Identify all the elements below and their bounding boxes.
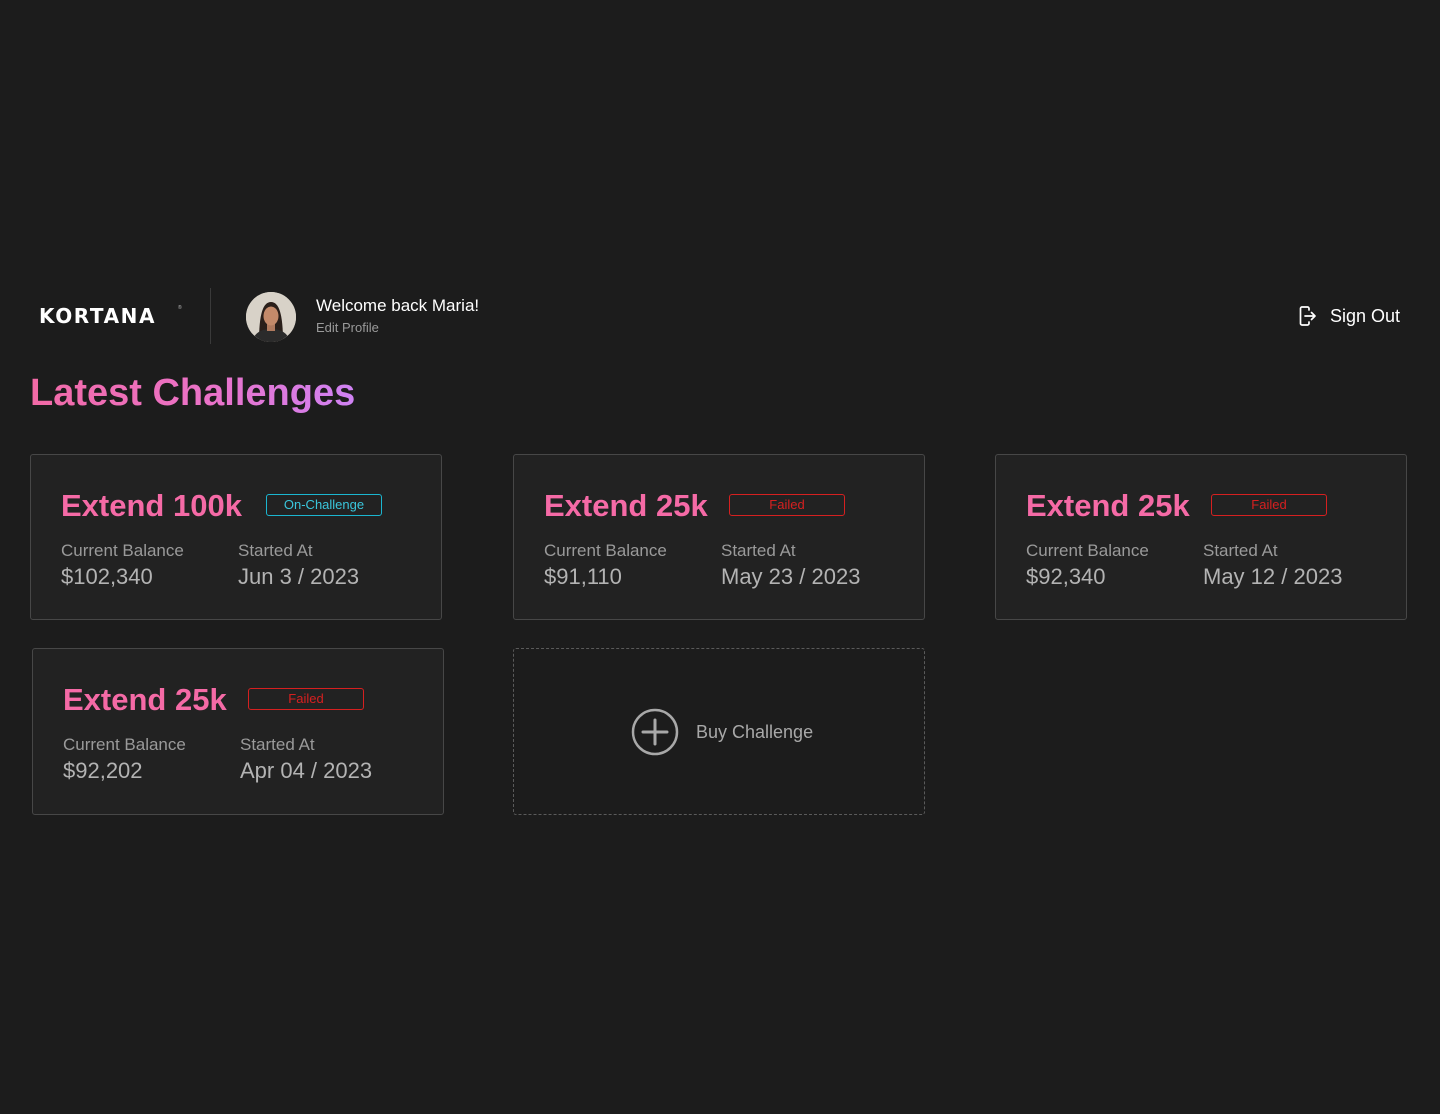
started-at-value: May 12 / 2023	[1203, 564, 1343, 589]
challenge-card[interactable]: Extend 100k On-Challenge Current Balance…	[30, 454, 442, 620]
started-at-label: Started At	[1203, 541, 1278, 560]
header-divider	[210, 288, 211, 344]
challenge-title: Extend 25k	[1026, 488, 1190, 523]
current-balance-value: $92,202	[63, 758, 143, 783]
started-at-label: Started At	[238, 541, 313, 560]
started-at-value: May 23 / 2023	[721, 564, 861, 589]
current-balance-value: $92,340	[1026, 564, 1106, 589]
status-badge: On-Challenge	[266, 494, 382, 516]
buy-challenge-button[interactable]: Buy Challenge	[513, 648, 925, 815]
status-badge: Failed	[248, 688, 364, 710]
challenge-title: Extend 25k	[544, 488, 708, 523]
challenge-card[interactable]: Extend 25k Failed Current Balance Starte…	[32, 648, 444, 815]
registered-mark: ®	[178, 305, 182, 311]
user-avatar-icon	[246, 292, 296, 342]
current-balance-value: $102,340	[61, 564, 153, 589]
edit-profile-link[interactable]: Edit Profile	[316, 320, 379, 335]
sign-out-label: Sign Out	[1330, 305, 1401, 326]
sign-out-icon	[1299, 306, 1316, 326]
kortana-logo[interactable]: KORTANA	[39, 304, 156, 328]
current-balance-label: Current Balance	[63, 735, 186, 754]
started-at-label: Started At	[240, 735, 315, 754]
started-at-label: Started At	[721, 541, 796, 560]
current-balance-label: Current Balance	[1026, 541, 1149, 560]
buy-challenge-label: Buy Challenge	[696, 722, 814, 742]
challenge-card[interactable]: Extend 25k Failed Current Balance Starte…	[513, 454, 925, 620]
current-balance-value: $91,110	[544, 564, 622, 589]
page-title: Latest Challenges	[30, 372, 356, 414]
sign-out-button[interactable]: Sign Out	[1298, 304, 1400, 328]
current-balance-label: Current Balance	[544, 541, 667, 560]
plus-circle-icon	[631, 708, 679, 756]
top-header: KORTANA ® Welcome back Maria! Edit Profi…	[0, 284, 1440, 348]
started-at-value: Apr 04 / 2023	[240, 758, 373, 783]
status-badge: Failed	[1211, 494, 1327, 516]
challenge-title: Extend 100k	[61, 488, 242, 523]
challenge-title: Extend 25k	[63, 682, 227, 717]
started-at-value: Jun 3 / 2023	[238, 564, 360, 589]
challenge-card[interactable]: Extend 25k Failed Current Balance Starte…	[995, 454, 1407, 620]
status-badge: Failed	[729, 494, 845, 516]
current-balance-label: Current Balance	[61, 541, 184, 560]
welcome-message: Welcome back Maria!	[316, 296, 480, 315]
avatar[interactable]	[246, 292, 296, 342]
